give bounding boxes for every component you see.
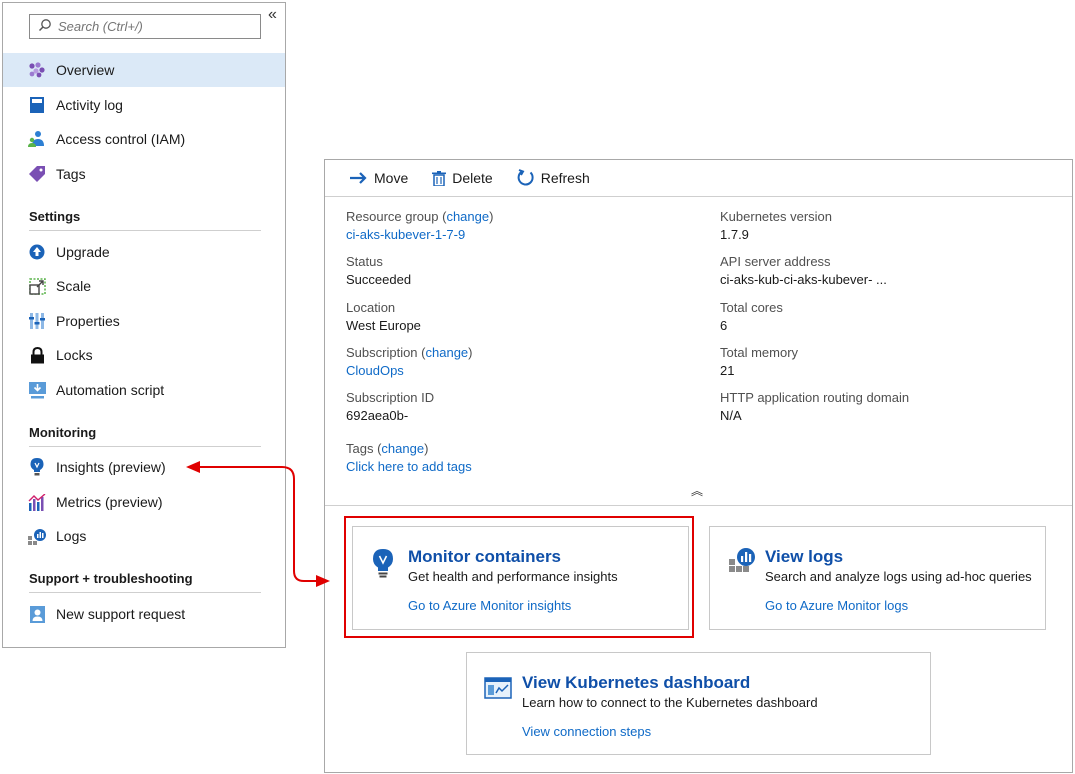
collapse-essentials-icon[interactable]: ︽ xyxy=(691,482,703,499)
nav-item-label: Automation script xyxy=(56,382,165,398)
insights-icon xyxy=(28,458,46,476)
delete-label: Delete xyxy=(452,170,493,186)
move-button[interactable]: Move xyxy=(350,170,408,186)
trash-icon xyxy=(432,170,447,186)
activity-log-icon xyxy=(28,96,46,114)
arrow-right-icon xyxy=(350,171,368,185)
nav-item-label: Activity log xyxy=(56,97,123,113)
dashboard-icon xyxy=(484,677,512,702)
nav-item-label: Upgrade xyxy=(56,244,110,260)
nav-item-scale[interactable]: Scale xyxy=(3,269,285,303)
refresh-button[interactable]: Refresh xyxy=(517,169,590,187)
resource-group-value[interactable]: ci-aks-kubever-1-7-9 xyxy=(346,227,465,242)
http-routing-value: N/A xyxy=(720,408,742,423)
card-link[interactable]: View connection steps xyxy=(522,724,651,739)
properties-icon xyxy=(28,312,46,330)
card-description: Learn how to connect to the Kubernetes d… xyxy=(522,695,818,710)
logs-chart-icon xyxy=(729,547,755,578)
nav-item-label: Insights (preview) xyxy=(56,459,166,475)
total-cores-value: 6 xyxy=(720,318,728,333)
nav-item-insights[interactable]: Insights (preview) xyxy=(3,450,285,484)
subscription-id-value: 692aea0b- xyxy=(346,408,409,423)
api-server-value: ci-aks-kub-ci-aks-kubever- ... xyxy=(720,272,887,287)
subscription-label-text: Subscription xyxy=(346,345,418,360)
nav-item-locks[interactable]: Locks xyxy=(3,338,285,372)
resource-overview-panel: Move Delete Refresh Resource group (chan… xyxy=(324,159,1073,773)
nav-item-label: Properties xyxy=(56,313,120,329)
command-bar: Move Delete Refresh xyxy=(325,160,1072,197)
nav-item-automation-script[interactable]: Automation script xyxy=(3,373,285,407)
tag-icon xyxy=(28,165,46,183)
search-box[interactable] xyxy=(29,14,261,39)
search-icon xyxy=(38,18,52,35)
subscription-id-label: Subscription ID xyxy=(346,390,435,405)
status-value: Succeeded xyxy=(346,272,412,287)
nav-item-label: Tags xyxy=(56,166,86,182)
tags-change-link[interactable]: change xyxy=(381,441,424,456)
subscription-change-link[interactable]: change xyxy=(426,345,469,360)
nav-item-new-support-request[interactable]: New support request xyxy=(3,597,285,631)
location-value: West Europe xyxy=(346,318,421,333)
kubernetes-version-label: Kubernetes version xyxy=(720,209,833,224)
search-input[interactable] xyxy=(58,19,248,34)
nav-item-upgrade[interactable]: Upgrade xyxy=(3,235,285,269)
support-request-icon xyxy=(28,605,46,623)
total-memory-label: Total memory xyxy=(720,345,799,360)
section-monitoring: Monitoring xyxy=(29,425,261,447)
subscription-label: Subscription (change) xyxy=(346,345,473,360)
move-label: Move xyxy=(374,170,409,186)
logs-icon xyxy=(28,527,46,545)
kubernetes-version-value: 1.7.9 xyxy=(720,227,749,242)
card-link[interactable]: Go to Azure Monitor logs xyxy=(765,598,908,613)
scale-icon xyxy=(28,277,46,295)
lock-icon xyxy=(28,346,46,364)
refresh-icon xyxy=(517,169,535,187)
nav-item-access-control[interactable]: Access control (IAM) xyxy=(3,122,285,156)
refresh-label: Refresh xyxy=(540,170,590,186)
card-title[interactable]: View logs xyxy=(765,547,843,567)
subscription-value[interactable]: CloudOps xyxy=(346,363,404,378)
http-routing-label: HTTP application routing domain xyxy=(720,390,910,405)
nav-item-label: Metrics (preview) xyxy=(56,494,163,510)
location-label: Location xyxy=(346,300,396,315)
resource-group-change-link[interactable]: change xyxy=(446,209,489,224)
delete-button[interactable]: Delete xyxy=(432,170,493,186)
nav-item-tags[interactable]: Tags xyxy=(3,157,285,191)
nav-item-label: Access control (IAM) xyxy=(56,131,186,147)
metrics-icon xyxy=(28,493,46,511)
section-settings: Settings xyxy=(29,209,261,231)
api-server-label: API server address xyxy=(720,254,831,269)
resource-group-label: Resource group (change) xyxy=(346,209,494,224)
collapse-menu-button[interactable]: « xyxy=(268,7,277,23)
nav-item-overview[interactable]: Overview xyxy=(3,53,285,87)
upgrade-icon xyxy=(28,243,46,261)
resource-group-label-text: Resource group xyxy=(346,209,439,224)
tags-label-text: Tags xyxy=(346,441,374,456)
nav-item-label: Logs xyxy=(56,528,87,544)
view-logs-card[interactable]: View logs Search and analyze logs using … xyxy=(709,526,1046,630)
kubernetes-dashboard-card[interactable]: View Kubernetes dashboard Learn how to c… xyxy=(466,652,931,755)
card-title[interactable]: View Kubernetes dashboard xyxy=(522,673,750,693)
total-memory-value: 21 xyxy=(720,363,735,378)
nav-item-label: Scale xyxy=(56,278,92,294)
nav-item-properties[interactable]: Properties xyxy=(3,304,285,338)
total-cores-label: Total cores xyxy=(720,300,783,315)
tags-label: Tags (change) xyxy=(346,441,429,456)
nav-item-metrics[interactable]: Metrics (preview) xyxy=(3,485,285,519)
card-description: Search and analyze logs using ad-hoc que… xyxy=(765,569,1032,584)
iam-icon xyxy=(28,130,46,148)
nav-item-activity-log[interactable]: Activity log xyxy=(3,88,285,122)
overview-icon xyxy=(28,61,46,79)
section-support: Support + troubleshooting xyxy=(29,571,261,593)
nav-item-label: New support request xyxy=(56,606,186,622)
resource-menu: « Overview Activity log Access control (… xyxy=(2,2,286,648)
nav-item-label: Overview xyxy=(56,62,115,78)
highlight-box xyxy=(344,516,694,638)
automation-script-icon xyxy=(28,381,46,399)
nav-item-label: Locks xyxy=(56,347,93,363)
nav-item-logs[interactable]: Logs xyxy=(3,519,285,553)
status-label: Status xyxy=(346,254,383,269)
essentials-divider xyxy=(325,505,1072,506)
add-tags-link[interactable]: Click here to add tags xyxy=(346,459,472,474)
